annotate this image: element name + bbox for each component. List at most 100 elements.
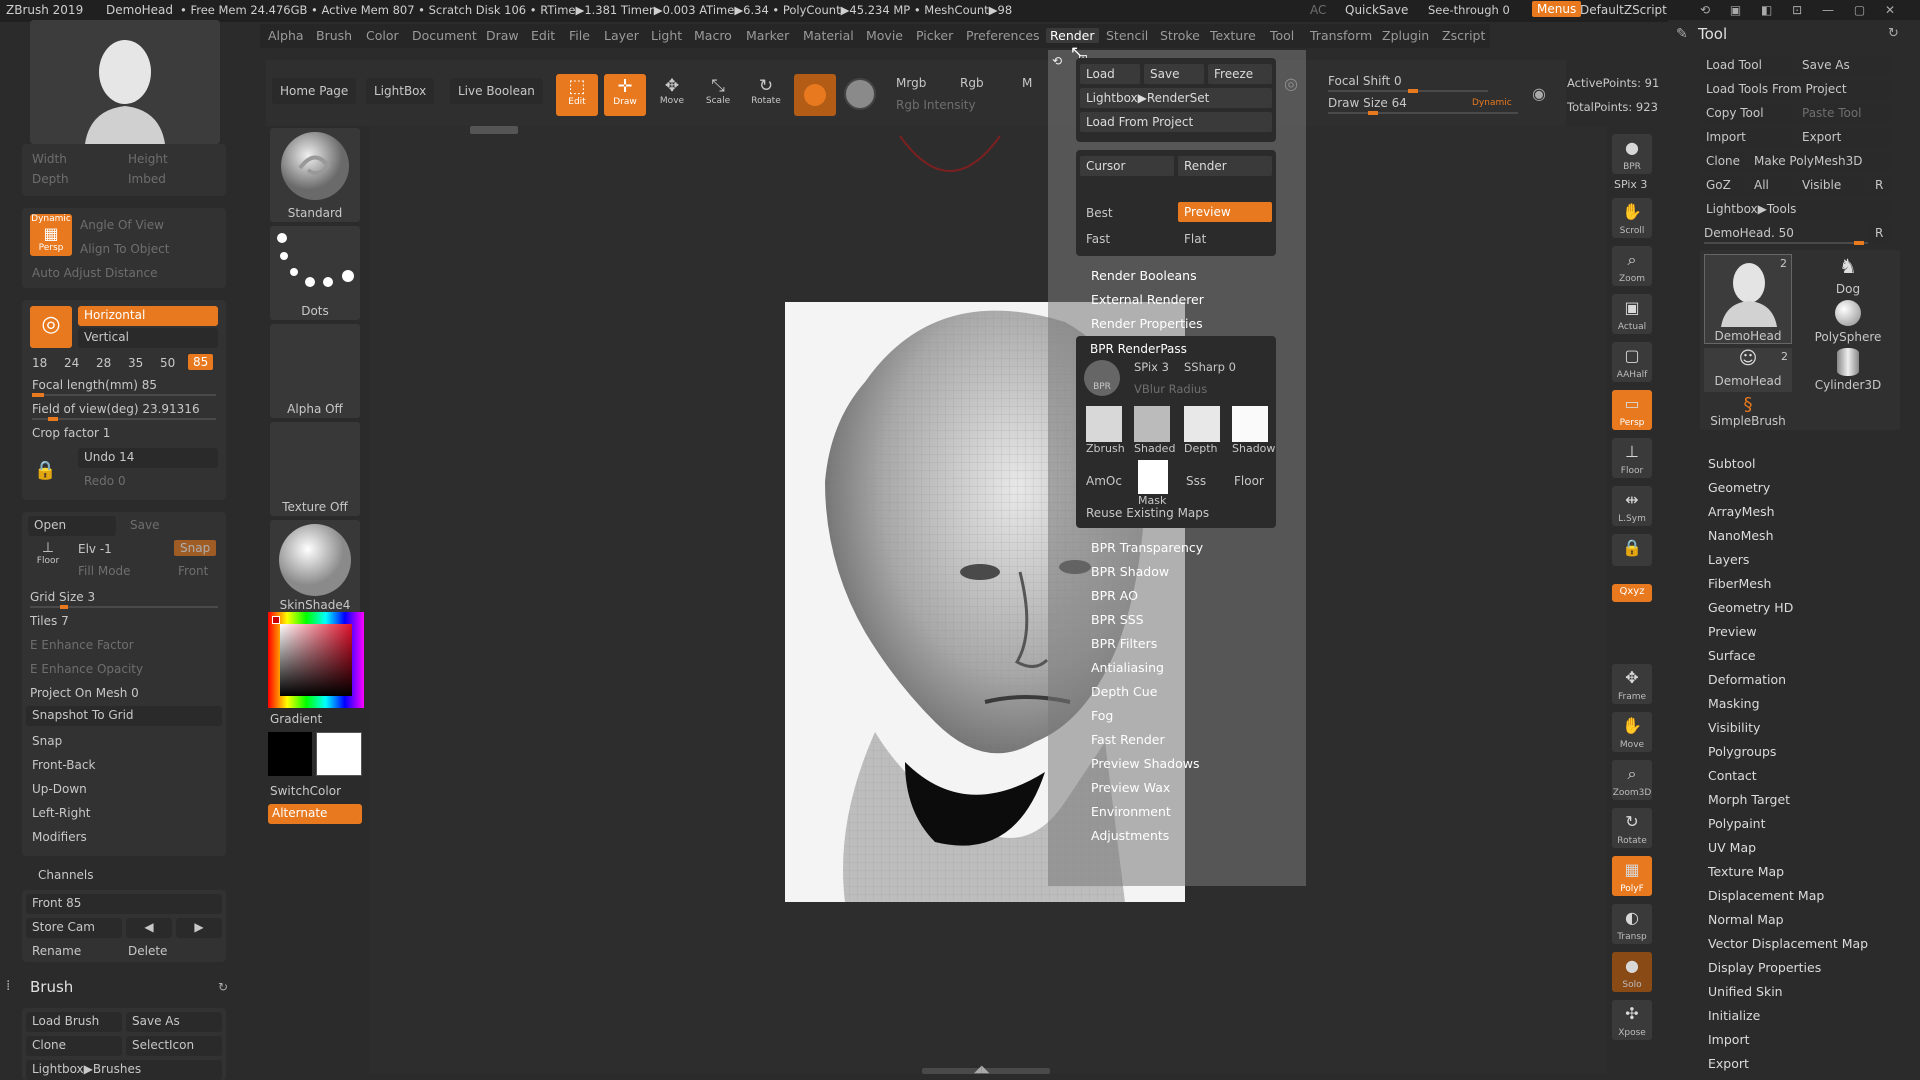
rgb-button[interactable]: Rgb <box>960 76 984 90</box>
tool-export-button[interactable]: Export <box>1796 128 1890 148</box>
visibility-subpalette[interactable]: Visibility <box>1708 720 1760 735</box>
menu-stroke[interactable]: Stroke <box>1160 28 1200 43</box>
save-button[interactable]: Save <box>130 518 159 532</box>
fibermesh-subpalette[interactable]: FiberMesh <box>1708 576 1771 591</box>
standard-brush-button[interactable]: Standard <box>270 128 360 222</box>
preview-shadows-item[interactable]: Preview Shadows <box>1091 756 1199 771</box>
bpr-sss-item[interactable]: BPR SSS <box>1091 612 1144 627</box>
bpr-renderpass-header[interactable]: BPR RenderPass <box>1090 342 1187 356</box>
color-picker[interactable] <box>268 612 364 708</box>
brush-save-as-button[interactable]: Save As <box>126 1012 222 1032</box>
lock-camera-button[interactable]: 🔒 <box>1612 534 1652 566</box>
morph-target-subpalette[interactable]: Morph Target <box>1708 792 1790 807</box>
modifiers-button[interactable]: Modifiers <box>32 830 87 844</box>
displacement-map-subpalette[interactable]: Displacement Map <box>1708 888 1824 903</box>
vertical-button[interactable]: Vertical <box>78 328 218 348</box>
texture-map-subpalette[interactable]: Texture Map <box>1708 864 1784 879</box>
symmetry-icon[interactable]: ◉ <box>1532 84 1546 103</box>
bpr-ao-item[interactable]: BPR AO <box>1091 588 1138 603</box>
fast-render-item[interactable]: Fast Render <box>1091 732 1165 747</box>
bottom-tray-arrow-icon[interactable]: ◢◣ <box>974 1064 989 1075</box>
reuse-existing-maps-button[interactable]: Reuse Existing Maps <box>1086 506 1209 520</box>
surface-subpalette[interactable]: Surface <box>1708 648 1756 663</box>
menu-layer[interactable]: Layer <box>604 28 639 43</box>
brush-clone-button[interactable]: Clone <box>26 1036 122 1056</box>
layers-subpalette[interactable]: Layers <box>1708 552 1749 567</box>
bpr-filters-item[interactable]: BPR Filters <box>1091 636 1157 651</box>
grid-size-track[interactable] <box>30 605 218 609</box>
menu-stencil[interactable]: Stencil <box>1106 28 1148 43</box>
persp-toggle-button[interactable]: ▭ Persp <box>1612 390 1652 430</box>
lightbox-renderset-button[interactable]: Lightbox▶RenderSet <box>1080 88 1272 108</box>
color-saturation-square[interactable] <box>280 624 352 696</box>
refresh-icon[interactable]: ↻ <box>218 980 228 994</box>
lightbox-brushes-button[interactable]: Lightbox▶Brushes <box>26 1060 222 1080</box>
elevation-slider[interactable]: Elv -1 <box>78 542 112 556</box>
environment-item[interactable]: Environment <box>1091 804 1171 819</box>
load-brush-button[interactable]: Load Brush <box>26 1012 122 1032</box>
material-swatch[interactable] <box>794 74 836 116</box>
snapshot-to-grid-button[interactable]: Snapshot To Grid <box>26 706 222 726</box>
shadow-pass-thumb[interactable] <box>1232 406 1268 442</box>
zbrush-pass-thumb[interactable] <box>1086 406 1122 442</box>
uv-map-subpalette[interactable]: UV Map <box>1708 840 1756 855</box>
focal-shift-track[interactable] <box>1328 89 1488 93</box>
edit-button[interactable]: ⬚ Edit <box>556 74 598 116</box>
contact-subpalette[interactable]: Contact <box>1708 768 1757 783</box>
tool-clone-button[interactable]: Clone <box>1700 152 1746 172</box>
focal-length-track[interactable] <box>32 393 216 397</box>
undo-menu-icon[interactable]: ⟲ <box>1052 54 1062 68</box>
focal-28-button[interactable]: 28 <box>96 356 111 370</box>
rgb-intensity-slider[interactable]: Rgb Intensity <box>896 98 976 112</box>
snap-button[interactable]: Snap <box>32 734 62 748</box>
tool-r-button[interactable]: R <box>1870 224 1890 244</box>
polyframe-button[interactable]: ▦ PolyF <box>1612 856 1652 896</box>
menu-file[interactable]: File <box>569 28 590 43</box>
vblur-radius-slider[interactable]: VBlur Radius <box>1134 382 1207 396</box>
move-view-button[interactable]: ✋ Move <box>1612 712 1652 752</box>
snap-toggle[interactable]: Snap <box>174 540 217 556</box>
menu-preferences[interactable]: Preferences <box>966 28 1040 43</box>
menu-document[interactable]: Document <box>412 28 477 43</box>
zoom-button[interactable]: ⌕ Zoom <box>1612 246 1652 286</box>
project-on-mesh-slider[interactable]: Project On Mesh 0 <box>30 686 139 700</box>
ssharp-slider[interactable]: SSharp 0 <box>1184 360 1236 374</box>
tiles-slider[interactable]: Tiles 7 <box>30 614 69 628</box>
move-button[interactable]: ✥ Move <box>652 74 692 116</box>
load-tool-button[interactable]: Load Tool <box>1700 56 1794 76</box>
render-button[interactable]: Render <box>1178 156 1272 176</box>
make-polymesh3d-button[interactable]: Make PolyMesh3D <box>1748 152 1890 172</box>
secondary-color-swatch[interactable] <box>316 732 362 776</box>
depth-cue-item[interactable]: Depth Cue <box>1091 684 1157 699</box>
deformation-subpalette[interactable]: Deformation <box>1708 672 1786 687</box>
bpr-transparency-item[interactable]: BPR Transparency <box>1091 540 1203 555</box>
dots-stroke-button[interactable]: Dots <box>270 226 360 320</box>
mask-pass-thumb[interactable] <box>1138 460 1168 494</box>
goz-button[interactable]: GoZ <box>1700 176 1746 196</box>
fov-track[interactable] <box>32 417 216 421</box>
rename-button[interactable]: Rename <box>32 944 81 958</box>
nanomesh-subpalette[interactable]: NanoMesh <box>1708 528 1774 543</box>
lock-icon[interactable]: 🔒 <box>34 460 56 481</box>
sss-pass-button[interactable]: Sss <box>1186 474 1206 488</box>
redo-button[interactable]: Redo 0 <box>84 474 126 488</box>
width-slider[interactable]: Width <box>32 152 67 166</box>
angle-of-view-slider[interactable]: Angle Of View <box>80 218 164 232</box>
preview-render-button[interactable]: Preview <box>1178 202 1272 222</box>
primary-color-swatch[interactable] <box>268 732 312 776</box>
current-tool-slider[interactable]: DemoHead. 50 <box>1704 226 1794 240</box>
fog-item[interactable]: Fog <box>1091 708 1113 723</box>
texture-off-button[interactable]: Texture Off <box>270 422 360 516</box>
floor-button[interactable]: ⊥ Floor <box>30 540 66 576</box>
bpr-button[interactable]: BPR <box>1084 360 1120 396</box>
external-renderer-item[interactable]: External Renderer <box>1091 292 1204 307</box>
menu-draw[interactable]: Draw <box>486 28 519 43</box>
window-controls-icon[interactable]: ⟲ ▣ ◧ ⊡ — ▢ ✕ <box>1700 3 1903 17</box>
gradient-button[interactable]: Gradient <box>270 712 322 726</box>
fast-render-button[interactable]: Fast <box>1086 232 1110 246</box>
spix-readout[interactable]: SPix 3 <box>1614 178 1647 191</box>
menu-texture[interactable]: Texture <box>1210 28 1256 43</box>
demohead-tool-thumb[interactable]: 2 DemoHead <box>1704 254 1792 344</box>
height-slider[interactable]: Height <box>128 152 168 166</box>
focal-24-button[interactable]: 24 <box>64 356 79 370</box>
